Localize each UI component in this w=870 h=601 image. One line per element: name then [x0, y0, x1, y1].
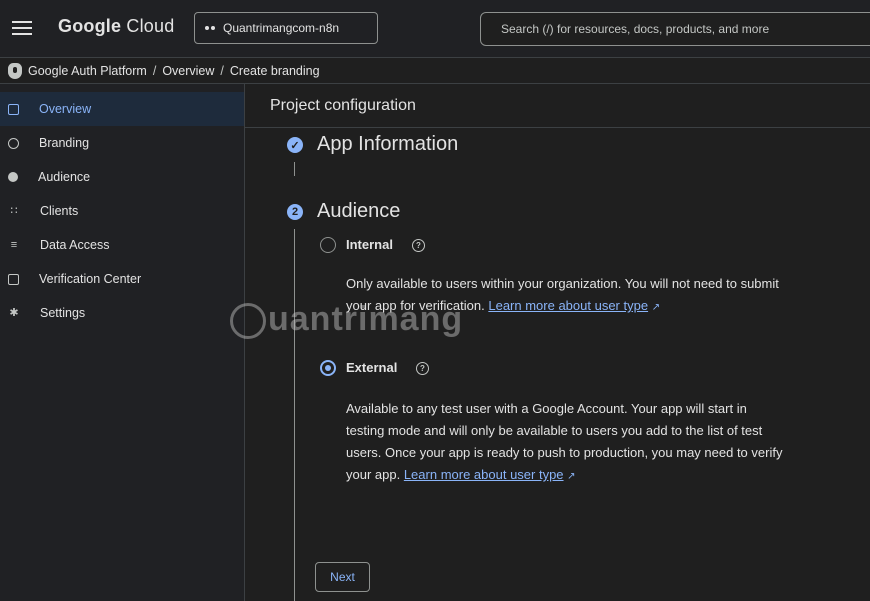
sidebar-item-branding[interactable]: Branding — [0, 126, 244, 160]
sidebar-item-settings[interactable]: ✱ Settings — [0, 296, 244, 330]
check-icon: ✓ — [287, 137, 303, 153]
external-radio[interactable] — [320, 360, 336, 376]
breadcrumb-item[interactable]: Google Auth Platform — [28, 64, 147, 78]
external-description: Available to any test user with a Google… — [346, 401, 783, 482]
google-cloud-logo[interactable]: Google Cloud — [58, 16, 174, 37]
sidebar-item-label: Audience — [38, 170, 91, 184]
breadcrumb-item-current: Create branding — [229, 63, 320, 78]
sidebar-item-label: Branding — [39, 136, 90, 150]
dashboard-icon — [8, 103, 19, 115]
sidebar: Overview Branding Audience ∷ Clients ≡ D… — [0, 84, 245, 601]
project-name: Quantrimangcom-n8n — [223, 21, 340, 35]
top-bar: Google Cloud Quantrimangcom-n8n Search (… — [0, 0, 870, 58]
sidebar-item-label: Settings — [40, 306, 86, 320]
sidebar-item-data-access[interactable]: ≡ Data Access — [0, 228, 244, 262]
gear-icon: ✱ — [9, 307, 19, 319]
breadcrumb-item[interactable]: Overview — [162, 64, 214, 78]
external-link-icon: ↗ — [651, 302, 661, 313]
next-button[interactable]: Next — [315, 562, 370, 592]
step-title-app-information[interactable]: App Information — [317, 133, 458, 156]
internal-label[interactable]: Internal — [346, 237, 393, 252]
grid-icon: ∷ — [10, 205, 18, 217]
sidebar-item-verification-center[interactable]: Verification Center — [0, 262, 244, 296]
internal-description: Only available to users within your orga… — [346, 276, 779, 313]
learn-more-link[interactable]: Learn more about user type — [404, 467, 564, 482]
step-number-badge: 2 — [287, 204, 303, 220]
internal-radio[interactable] — [320, 237, 336, 253]
external-link-icon: ↗ — [567, 471, 576, 482]
sidebar-item-overview[interactable]: Overview — [0, 92, 244, 126]
auth-platform-shield-icon — [8, 62, 22, 79]
checkbox-icon — [8, 273, 19, 285]
sidebar-item-label: Overview — [39, 102, 92, 116]
breadcrumb-separator: / — [220, 63, 224, 78]
hamburger-menu-icon[interactable] — [12, 18, 32, 38]
breadcrumb: Google Auth Platform / Overview / Create… — [0, 58, 870, 84]
page-title: Project configuration — [245, 84, 870, 128]
sidebar-item-audience[interactable]: Audience — [0, 160, 244, 194]
help-icon[interactable]: ? — [416, 362, 429, 375]
step-connector — [294, 162, 295, 176]
step-connector — [294, 229, 295, 601]
breadcrumb-separator: / — [152, 63, 157, 78]
sidebar-item-label: Data Access — [40, 238, 110, 252]
project-icon — [205, 26, 215, 30]
project-picker-button[interactable]: Quantrimangcom-n8n — [194, 12, 378, 44]
sidebar-item-clients[interactable]: ∷ Clients — [0, 194, 244, 228]
sidebar-item-label: Verification Center — [39, 272, 142, 286]
main-content: Project configuration ✓ App Information … — [245, 84, 870, 601]
data-access-icon: ≡ — [10, 239, 18, 251]
search-input[interactable]: Search (/) for resources, docs, products… — [480, 12, 870, 46]
external-label[interactable]: External — [346, 360, 397, 375]
person-icon — [8, 172, 18, 182]
sidebar-item-label: Clients — [40, 204, 79, 218]
step-title-audience: Audience — [317, 200, 401, 222]
palette-icon — [8, 137, 19, 149]
learn-more-link[interactable]: Learn more about user type — [488, 298, 648, 313]
help-icon[interactable]: ? — [412, 239, 425, 252]
